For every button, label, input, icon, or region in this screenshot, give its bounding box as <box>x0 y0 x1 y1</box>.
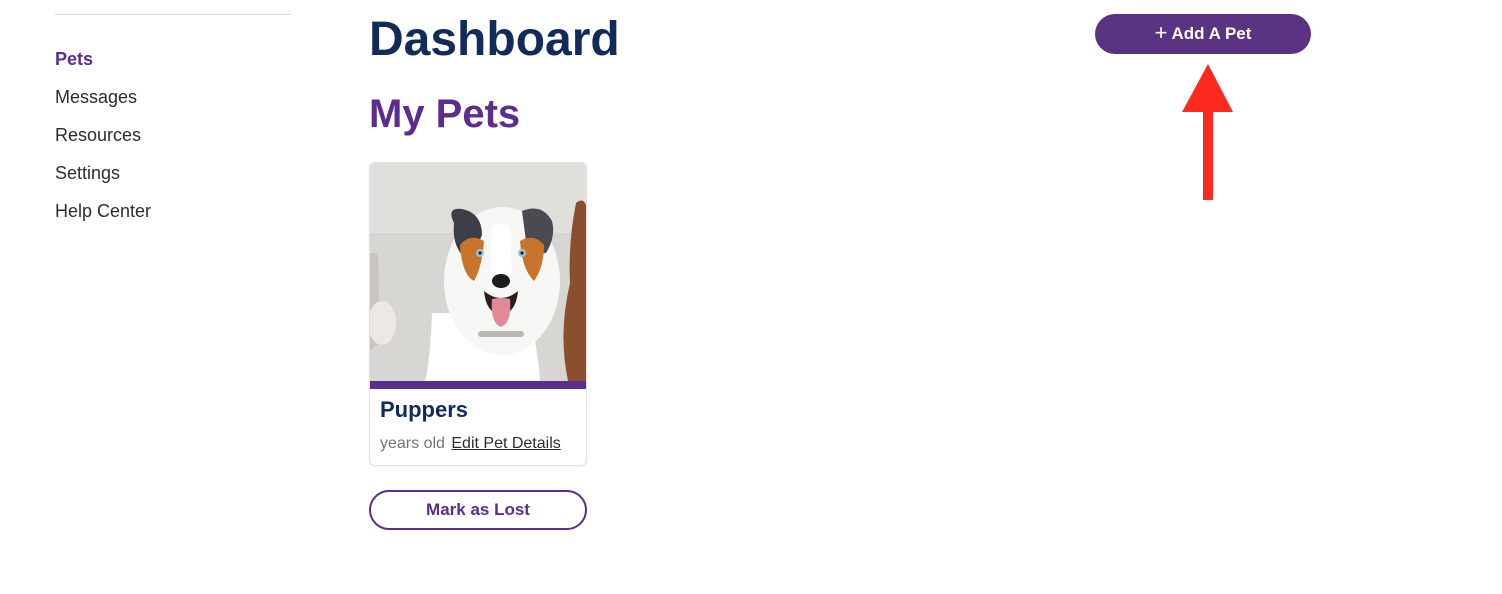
dog-photo-icon <box>370 163 586 381</box>
sidebar-item-resources[interactable]: Resources <box>55 122 151 160</box>
sidebar-item-pets[interactable]: Pets <box>55 46 151 84</box>
pet-name: Puppers <box>380 397 469 422</box>
pet-meta: years old Edit Pet Details <box>380 435 561 453</box>
edit-pet-details-link[interactable]: Edit Pet Details <box>451 435 560 452</box>
add-pet-button[interactable]: + Add A Pet <box>1095 14 1311 54</box>
sidebar-item-settings[interactable]: Settings <box>55 160 151 198</box>
section-title: My Pets <box>369 92 521 136</box>
sidebar-item-help-center[interactable]: Help Center <box>55 198 151 236</box>
sidebar-divider <box>55 14 291 15</box>
sidebar-nav: Pets Messages Resources Settings Help Ce… <box>55 46 151 236</box>
mark-as-lost-button[interactable]: Mark as Lost <box>369 490 587 530</box>
red-arrow-up-icon <box>1182 64 1233 200</box>
pet-photo-accent-bar <box>370 381 586 389</box>
pet-card[interactable]: Puppers years old Edit Pet Details <box>369 162 587 466</box>
sidebar-item-messages[interactable]: Messages <box>55 84 151 122</box>
page-title: Dashboard <box>369 13 620 66</box>
pet-age: years old <box>380 435 445 452</box>
add-pet-label: Add A Pet <box>1171 24 1252 43</box>
plus-icon: + <box>1154 20 1168 45</box>
